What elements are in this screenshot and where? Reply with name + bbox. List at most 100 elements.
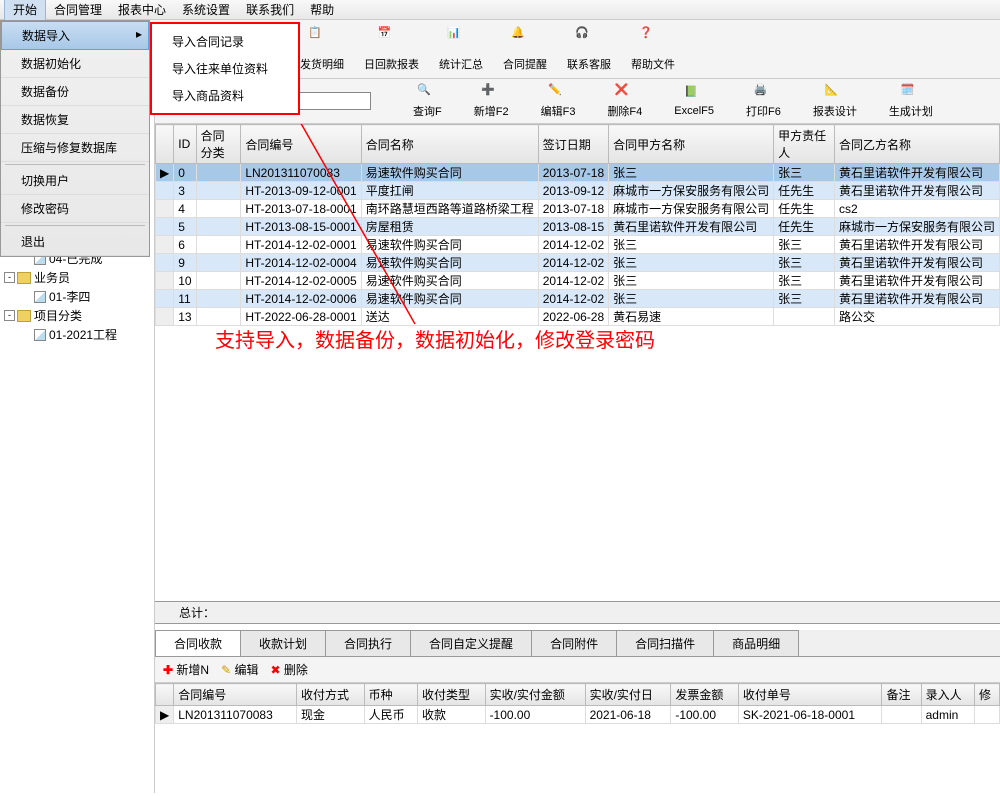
row-indicator: ▶ <box>156 164 174 182</box>
table-row[interactable]: 9HT-2014-12-02-0004易速软件购买合同2014-12-02张三张… <box>156 254 1000 272</box>
detail-col-header[interactable]: 实收/实付日 <box>585 684 671 706</box>
detail-col-header[interactable]: 实收/实付金额 <box>485 684 585 706</box>
btn-report-design[interactable]: 📐报表设计 <box>799 83 871 119</box>
detail-add[interactable]: ✚ 新增N <box>163 661 209 678</box>
detail-delete[interactable]: ✖ 删除 <box>271 661 308 678</box>
grid-cell: 2014-12-02 <box>538 254 608 272</box>
grid-cell: cs2 <box>834 200 999 218</box>
detail-col-header[interactable]: 收付类型 <box>417 684 485 706</box>
tab-6[interactable]: 商品明细 <box>713 630 799 656</box>
row-indicator: ▶ <box>156 706 174 724</box>
table-row[interactable]: ▶0LN201311070083易速软件购买合同2013-07-18张三张三黄石… <box>156 164 1000 182</box>
table-row[interactable]: 5HT-2013-08-15-0001房屋租赁2013-08-15黄石里诺软件开… <box>156 218 1000 236</box>
tab-4[interactable]: 合同附件 <box>531 630 617 656</box>
dropdown-exit[interactable]: 退出 <box>1 228 149 256</box>
dropdown-init[interactable]: 数据初始化 <box>1 50 149 78</box>
folder-icon <box>17 272 31 284</box>
tool-support[interactable]: 🎧联系客服 <box>557 24 621 74</box>
detail-edit[interactable]: ✎ 编辑 <box>221 661 258 678</box>
table-row[interactable]: ▶LN201311070083现金人民币收款-100.002021-06-18-… <box>156 706 1000 724</box>
dropdown-switch-user[interactable]: 切换用户 <box>1 167 149 195</box>
tool-daily-report[interactable]: 📅日回款报表 <box>354 24 429 74</box>
detail-col-header[interactable]: 录入人 <box>921 684 974 706</box>
btn-query[interactable]: 🔍查询F <box>399 83 456 119</box>
grid-col-header[interactable]: 合同名称 <box>361 125 538 164</box>
grid-cell: 张三 <box>774 236 835 254</box>
pencil-icon: ✎ <box>221 663 231 677</box>
detail-col-header[interactable]: 发票金额 <box>671 684 739 706</box>
menu-report[interactable]: 报表中心 <box>110 0 174 20</box>
btn-gen-plan[interactable]: 🗓️生成计划 <box>875 83 947 119</box>
table-row[interactable]: 3HT-2013-09-12-0001平度扛闸2013-09-12麻城市一方保安… <box>156 182 1000 200</box>
grid-col-header[interactable]: 甲方责任人 <box>774 125 835 164</box>
detail-col-header[interactable]: 修 <box>975 684 1000 706</box>
grid-cell: 房屋租赁 <box>361 218 538 236</box>
grid-cell: HT-2014-12-02-0005 <box>241 272 361 290</box>
dropdown-compress[interactable]: 压缩与修复数据库 <box>1 134 149 162</box>
plus-icon: ➕ <box>481 83 501 103</box>
grid-cell: 送达 <box>361 308 538 326</box>
table-row[interactable]: 6HT-2014-12-02-0001易速软件购买合同2014-12-02张三张… <box>156 236 1000 254</box>
detail-col-header[interactable]: 币种 <box>364 684 417 706</box>
grid-cell: 张三 <box>774 272 835 290</box>
tab-5[interactable]: 合同扫描件 <box>616 630 714 656</box>
btn-new[interactable]: ➕新增F2 <box>460 83 523 119</box>
btn-print[interactable]: 🖨️打印F6 <box>732 83 795 119</box>
detail-col-header[interactable]: 收付方式 <box>297 684 365 706</box>
detail-col-header[interactable]: 备注 <box>882 684 921 706</box>
table-row[interactable]: 11HT-2014-12-02-0006易速软件购买合同2014-12-02张三… <box>156 290 1000 308</box>
btn-delete[interactable]: ❌删除F4 <box>593 83 656 119</box>
menu-contract[interactable]: 合同管理 <box>46 0 110 20</box>
menu-help[interactable]: 帮助 <box>302 0 342 20</box>
menu-contact[interactable]: 联系我们 <box>238 0 302 20</box>
submenu-import-contract[interactable]: 导入合同记录 <box>152 28 298 55</box>
tool-help[interactable]: ❓帮助文件 <box>621 24 685 74</box>
grid-cell: 3 <box>174 182 196 200</box>
dropdown-change-pwd[interactable]: 修改密码 <box>1 195 149 223</box>
grid-cell: 黄石里诺软件开发有限公司 <box>834 164 999 182</box>
design-icon: 📐 <box>825 83 845 103</box>
grid-col-header[interactable]: 合同甲方名称 <box>609 125 774 164</box>
tab-0[interactable]: 合同收款 <box>155 630 241 656</box>
grid-col-header[interactable]: 合同分类 <box>196 125 241 164</box>
grid-cell <box>196 308 241 326</box>
tool-remind[interactable]: 🔔合同提醒 <box>493 24 557 74</box>
table-row[interactable]: 13HT-2022-06-28-0001送达2022-06-28黄石易速路公交 <box>156 308 1000 326</box>
expand-icon[interactable]: - <box>4 272 15 283</box>
grid-col-header[interactable]: 合同编号 <box>241 125 361 164</box>
grid-col-header[interactable]: 合同乙方名称 <box>834 125 999 164</box>
contract-grid[interactable]: ID合同分类合同编号合同名称签订日期合同甲方名称甲方责任人合同乙方名称▶0LN2… <box>155 124 1000 326</box>
grid-cell: 平度扛闸 <box>361 182 538 200</box>
grid-cell: 易速软件购买合同 <box>361 290 538 308</box>
tab-1[interactable]: 收款计划 <box>240 630 326 656</box>
tree-item[interactable]: 01-2021工程 <box>0 325 154 344</box>
tree-item[interactable]: -业务员 <box>0 268 154 287</box>
detail-col-header[interactable]: 合同编号 <box>174 684 297 706</box>
dropdown-import[interactable]: 数据导入 <box>1 21 149 50</box>
submenu-import-product[interactable]: 导入商品资料 <box>152 82 298 109</box>
tree-item[interactable]: 01-李四 <box>0 287 154 306</box>
expand-icon[interactable]: - <box>4 310 15 321</box>
dropdown-restore[interactable]: 数据恢复 <box>1 106 149 134</box>
grid-col-header[interactable]: ID <box>174 125 196 164</box>
tool-stats[interactable]: 📊统计汇总 <box>429 24 493 74</box>
table-row[interactable]: 10HT-2014-12-02-0005易速软件购买合同2014-12-02张三… <box>156 272 1000 290</box>
grid-cell: 黄石里诺软件开发有限公司 <box>834 254 999 272</box>
dropdown-backup[interactable]: 数据备份 <box>1 78 149 106</box>
tab-3[interactable]: 合同自定义提醒 <box>410 630 532 656</box>
btn-excel[interactable]: 📗ExcelF5 <box>660 85 728 117</box>
grid-col-header[interactable]: 签订日期 <box>538 125 608 164</box>
detail-col-header[interactable]: 收付单号 <box>738 684 882 706</box>
table-row[interactable]: 4HT-2013-07-18-0001南环路慧垣西路等道路桥梁工程2013-07… <box>156 200 1000 218</box>
help-icon: ❓ <box>639 26 667 54</box>
grid-cell: LN201311070083 <box>174 706 297 724</box>
submenu-import-company[interactable]: 导入往来单位资料 <box>152 55 298 82</box>
delete-icon: ❌ <box>615 83 635 103</box>
detail-grid[interactable]: 合同编号收付方式币种收付类型实收/实付金额实收/实付日发票金额收付单号备注录入人… <box>155 683 1000 724</box>
menu-start[interactable]: 开始 <box>4 0 46 21</box>
tree-item[interactable]: -项目分类 <box>0 306 154 325</box>
menu-settings[interactable]: 系统设置 <box>174 0 238 20</box>
btn-edit[interactable]: ✏️编辑F3 <box>527 83 590 119</box>
tab-2[interactable]: 合同执行 <box>325 630 411 656</box>
row-indicator <box>156 290 174 308</box>
